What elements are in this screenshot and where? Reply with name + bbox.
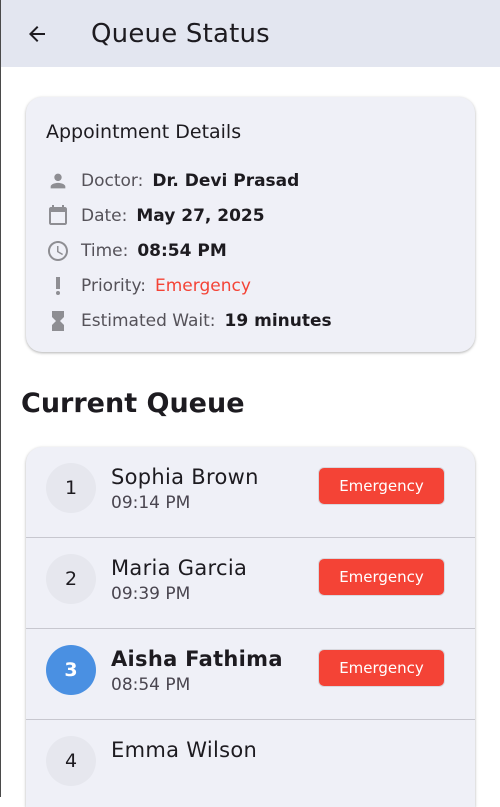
patient-name: Emma Wilson [111, 738, 258, 762]
patient-time: 08:54 PM [111, 675, 191, 695]
priority-high-icon [46, 274, 70, 298]
patient-name: Sophia Brown [111, 465, 259, 489]
app-bar: Queue Status [1, 0, 500, 67]
detail-label: Date: [81, 205, 128, 226]
person-icon [46, 169, 70, 193]
arrow-back-icon [29, 25, 45, 42]
calendar-icon [46, 204, 70, 228]
position-avatar: 1 [46, 463, 96, 513]
priority-badge: Emergency [318, 649, 445, 687]
queue-item[interactable]: 4 Emma Wilson [26, 720, 475, 807]
detail-label: Time: [81, 240, 129, 261]
position-avatar: 2 [46, 554, 96, 604]
queue-item[interactable]: 2 Maria Garcia 09:39 PM Emergency [26, 538, 475, 629]
queue-item-current[interactable]: 3 Aisha Fathima 08:54 PM Emergency [26, 629, 475, 720]
patient-time: 09:39 PM [111, 584, 191, 604]
detail-row-time: Time: 08:54 PM [46, 233, 455, 268]
detail-value: 08:54 PM [137, 240, 227, 261]
priority-value: Emergency [155, 275, 251, 296]
position-avatar-current: 3 [46, 645, 96, 695]
patient-name: Maria Garcia [111, 556, 248, 580]
patient-name: Aisha Fathima [111, 647, 283, 671]
detail-label: Priority: [81, 275, 146, 296]
patient-time: 09:14 PM [111, 493, 191, 513]
detail-value: May 27, 2025 [136, 205, 265, 226]
section-title: Current Queue [21, 388, 245, 419]
page-title: Queue Status [91, 18, 270, 49]
hourglass-icon [46, 309, 70, 333]
back-button[interactable] [13, 10, 61, 58]
queue-list: 1 Sophia Brown 09:14 PM Emergency 2 Mari… [26, 447, 475, 807]
card-title: Appointment Details [46, 121, 242, 143]
priority-badge: Emergency [318, 467, 445, 505]
detail-label: Doctor: [81, 170, 144, 191]
clock-icon [46, 239, 70, 263]
window-edge [0, 0, 1, 797]
position-avatar: 4 [46, 736, 96, 786]
priority-badge: Emergency [318, 558, 445, 596]
detail-row-wait: Estimated Wait: 19 minutes [46, 303, 455, 338]
detail-row-priority: Priority: Emergency [46, 268, 455, 303]
detail-row-doctor: Doctor: Dr. Devi Prasad [46, 163, 455, 198]
queue-item[interactable]: 1 Sophia Brown 09:14 PM Emergency [26, 447, 475, 538]
appointment-details-card: Appointment Details Doctor: Dr. Devi Pra… [26, 97, 475, 352]
detail-label: Estimated Wait: [81, 310, 216, 331]
detail-row-date: Date: May 27, 2025 [46, 198, 455, 233]
detail-value: 19 minutes [224, 310, 332, 331]
detail-value: Dr. Devi Prasad [152, 170, 300, 191]
